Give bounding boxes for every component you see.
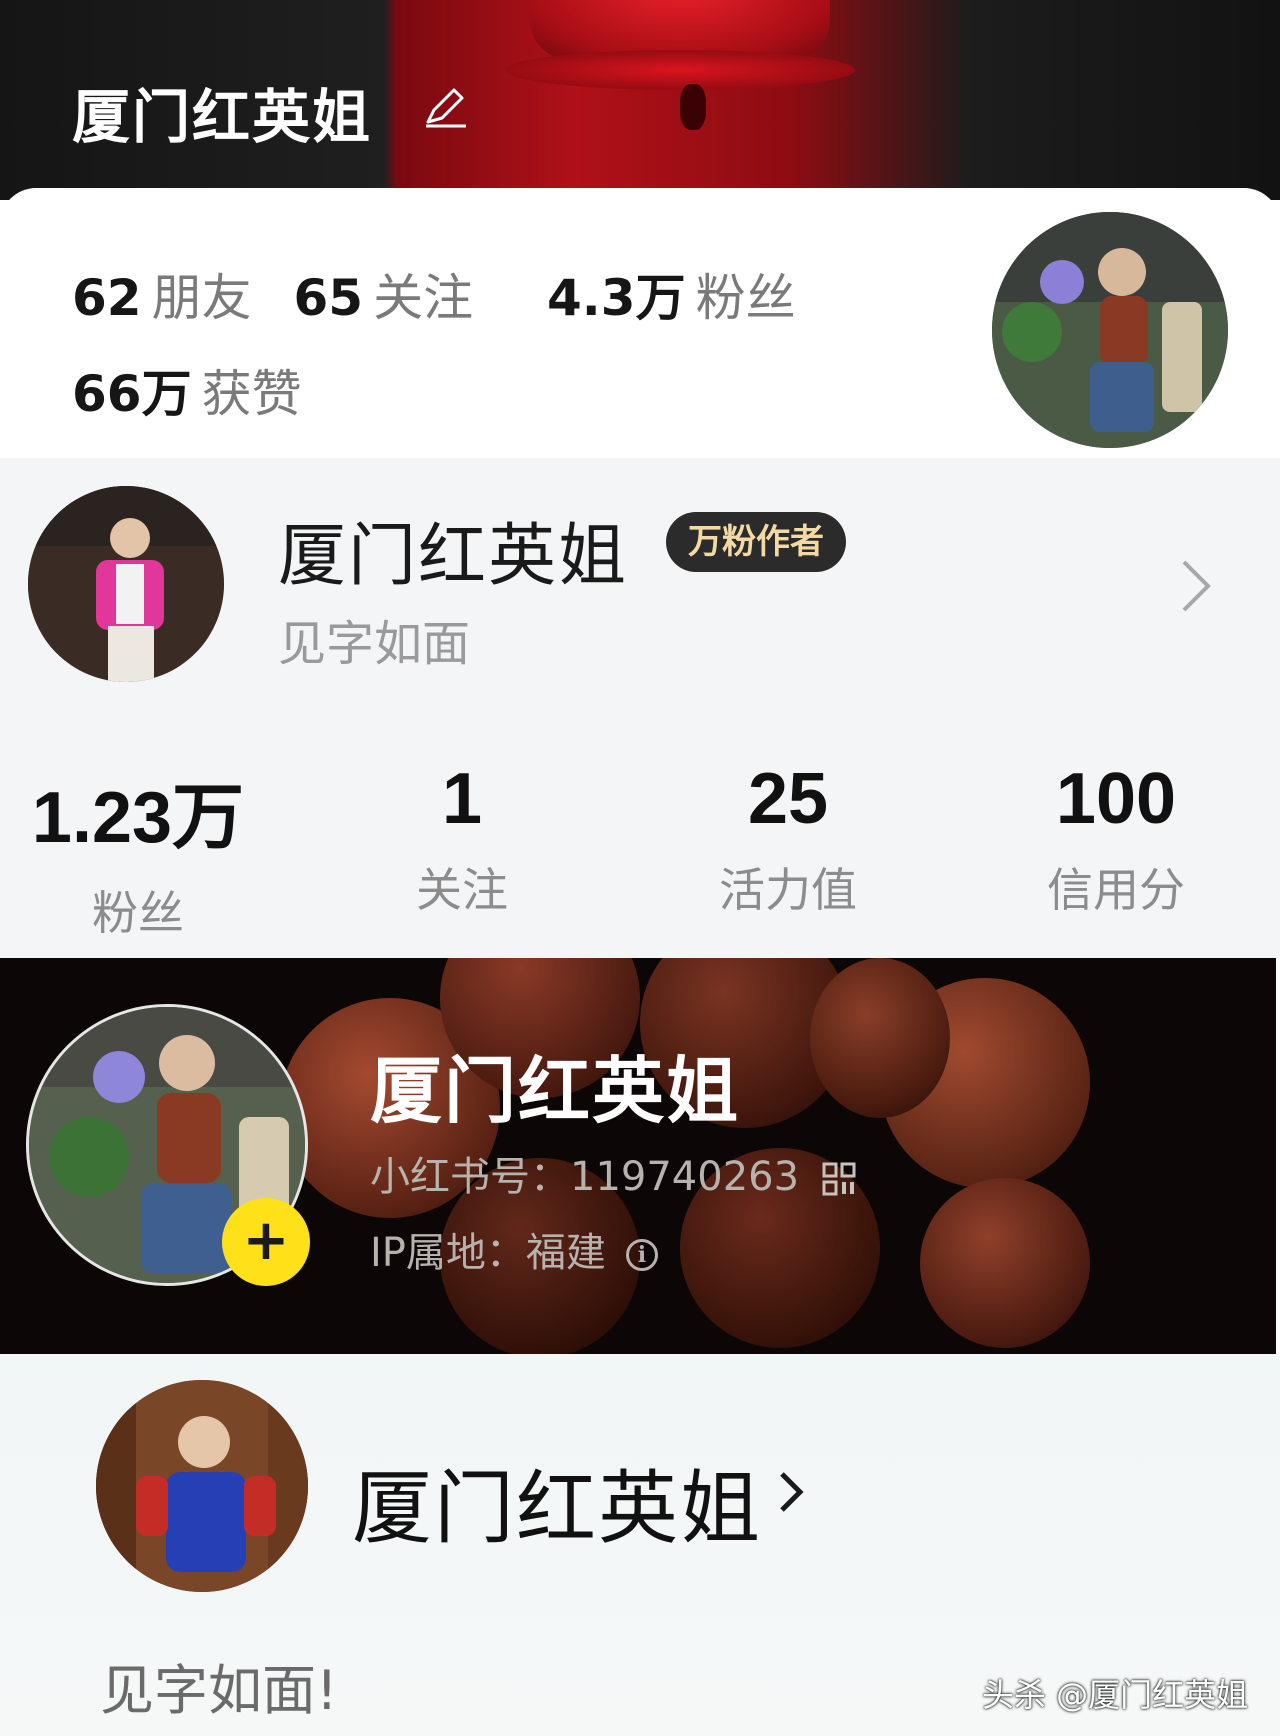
avatar-photo: [28, 486, 224, 682]
bell-clapper-image: [680, 84, 706, 130]
lantern-decoration: [810, 958, 950, 1118]
lantern-decoration: [920, 1178, 1090, 1348]
creator-badge: 万粉作者: [666, 512, 846, 572]
profile-name: 厦门红英姐: [352, 1462, 762, 1555]
douyin-profile-header: 厦门红英姐 62 朋友 65 关注 4.3万 粉丝 66万 获赞: [0, 0, 1280, 458]
avatar[interactable]: [28, 486, 224, 682]
avatar[interactable]: [96, 1380, 308, 1592]
followers-stat[interactable]: 1.23万 粉丝: [8, 758, 268, 943]
friends-stat[interactable]: 62 朋友: [72, 269, 252, 327]
qr-code-icon[interactable]: [821, 1161, 857, 1197]
profile-name: 厦门红英姐: [370, 1049, 741, 1133]
stats-row-primary: 62 朋友 65 关注 4.3万 粉丝: [72, 258, 796, 330]
toutiao-profile-card: 厦门红英姐 万粉作者 见字如面 1.23万 粉丝 1 关注 25 活力值 100…: [0, 458, 1280, 958]
bell-rim-image: [505, 50, 855, 90]
chevron-right-icon[interactable]: [1178, 556, 1214, 616]
avatar[interactable]: [988, 208, 1232, 452]
followers-stat[interactable]: 4.3万 粉丝: [547, 269, 796, 327]
account-id-text: 小红书号：119740263: [370, 1154, 800, 1200]
avatar-photo: [992, 212, 1228, 448]
credit-stat[interactable]: 100 信用分: [986, 758, 1246, 920]
profile-collage: 厦门红英姐 62 朋友 65 关注 4.3万 粉丝 66万 获赞 厦门红英姐 万…: [0, 0, 1280, 1736]
stats-row-secondary: 66万 获赞: [72, 354, 302, 426]
xiaohongshu-profile-header: + 厦门红英姐 小红书号：119740263 IP属地：福建 i: [0, 958, 1276, 1354]
chevron-right-icon[interactable]: [776, 1468, 806, 1516]
profile-signature: 见字如面: [278, 616, 471, 672]
avatar-photo: [96, 1380, 308, 1592]
ip-location: IP属地：福建 i: [370, 1220, 658, 1278]
following-stat[interactable]: 65 关注: [294, 269, 474, 327]
profile-title: 厦门红英姐: [72, 83, 373, 151]
profile-name: 厦门红英姐: [278, 517, 629, 596]
activity-stat[interactable]: 25 活力值: [658, 758, 918, 920]
info-icon[interactable]: i: [625, 1239, 658, 1271]
follow-button[interactable]: +: [222, 1198, 310, 1286]
account-id: 小红书号：119740263: [370, 1144, 857, 1202]
edit-icon[interactable]: [420, 82, 470, 132]
watermark: 头杀 @厦门红英姐: [982, 1676, 1249, 1714]
following-stat[interactable]: 1 关注: [332, 758, 592, 920]
ip-location-text: IP属地：福建: [370, 1230, 606, 1276]
likes-stat[interactable]: 66万 获赞: [72, 365, 302, 423]
profile-bio: 见字如面!: [100, 1659, 338, 1722]
